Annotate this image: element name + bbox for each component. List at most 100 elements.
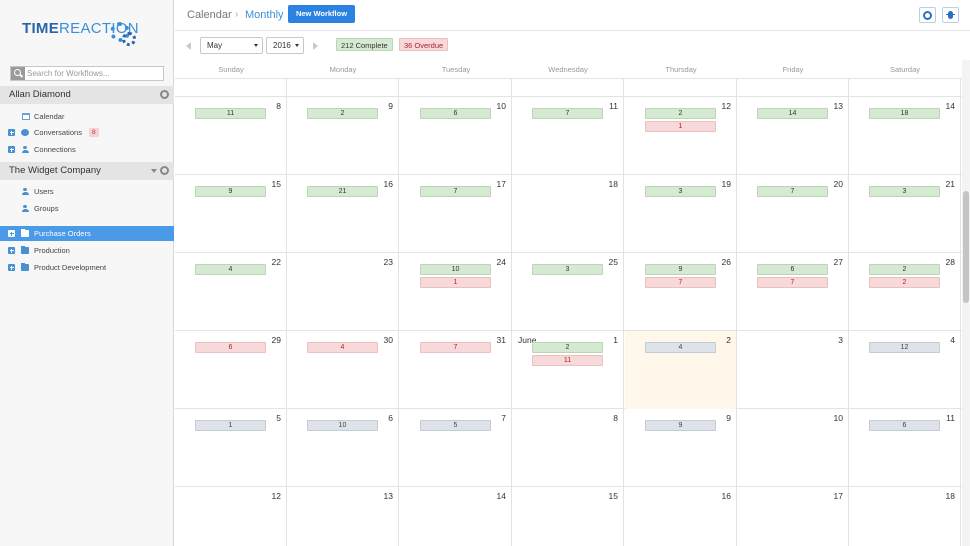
calendar-day-cell[interactable]: 17 7 <box>400 175 512 253</box>
calendar-day-cell[interactable]: 17 <box>737 487 849 546</box>
breadcrumb-monthly[interactable]: Monthly <box>245 9 284 21</box>
calendar-day-cell[interactable]: 27 6 7 <box>737 253 849 331</box>
calendar-day-cell[interactable]: 14 18 <box>849 97 961 175</box>
expand-plus-icon[interactable] <box>8 264 15 271</box>
breadcrumb-calendar[interactable]: Calendar <box>187 9 232 21</box>
complete-workflow-chip[interactable]: 9 <box>195 186 266 197</box>
report-bug-button[interactable] <box>942 7 959 23</box>
sidebar-folder-product-development[interactable]: Product Development <box>0 260 174 275</box>
sidebar-folder-production[interactable]: Production <box>0 243 174 258</box>
month-select[interactable]: May <box>200 37 263 54</box>
year-select[interactable]: 2016 <box>266 37 304 54</box>
calendar-day-cell[interactable]: 26 9 7 <box>625 253 737 331</box>
chevron-down-icon[interactable] <box>151 169 157 173</box>
complete-workflow-chip[interactable]: 3 <box>532 264 603 275</box>
complete-workflow-chip[interactable]: 18 <box>869 108 940 119</box>
upcoming-workflow-chip[interactable]: 5 <box>420 420 491 431</box>
calendar-day-cell[interactable]: 12 2 1 <box>625 97 737 175</box>
overdue-summary-badge[interactable]: 36 Overdue <box>399 38 449 51</box>
complete-workflow-chip[interactable]: 2 <box>532 342 603 353</box>
calendar-day-cell[interactable]: 11 6 <box>849 409 961 487</box>
sidebar-item-calendar[interactable]: Calendar <box>0 109 174 124</box>
user-group-header[interactable]: Allan Diamond <box>0 86 174 104</box>
calendar-day-cell[interactable]: 20 7 <box>737 175 849 253</box>
calendar-day-cell[interactable]: 51 <box>175 409 287 487</box>
expand-plus-icon[interactable] <box>8 230 15 237</box>
overdue-workflow-chip[interactable]: 7 <box>757 277 828 288</box>
company-group-header[interactable]: The Widget Company <box>0 162 174 180</box>
scrollbar-thumb[interactable] <box>963 191 969 303</box>
calendar-day-cell[interactable]: 29 6 <box>175 331 287 409</box>
complete-workflow-chip[interactable]: 4 <box>195 264 266 275</box>
calendar-scrollbar[interactable] <box>962 60 970 546</box>
sidebar-item-connections[interactable]: Connections <box>0 142 174 157</box>
complete-workflow-chip[interactable]: 2 <box>869 264 940 275</box>
calendar-day-cell[interactable]: 24 10 1 <box>400 253 512 331</box>
help-button[interactable] <box>919 7 936 23</box>
complete-workflow-chip[interactable]: 3 <box>869 186 940 197</box>
calendar-day-cell[interactable]: 4 12 <box>849 331 961 409</box>
calendar-day-cell-today[interactable]: 24 <box>625 331 737 409</box>
calendar-day-cell[interactable]: 22 4 <box>175 253 287 331</box>
calendar-day-cell[interactable]: 10 6 <box>400 97 512 175</box>
overdue-workflow-chip[interactable]: 11 <box>532 355 603 366</box>
previous-month-arrow-icon[interactable] <box>186 42 191 50</box>
upcoming-workflow-chip[interactable]: 4 <box>645 342 716 353</box>
complete-workflow-chip[interactable]: 7 <box>420 186 491 197</box>
calendar-day-cell[interactable]: 13 14 <box>737 97 849 175</box>
complete-workflow-chip[interactable]: 3 <box>645 186 716 197</box>
new-workflow-button[interactable]: New Workflow <box>288 5 355 23</box>
calendar-day-cell[interactable]: 6 10 <box>287 409 399 487</box>
upcoming-workflow-chip[interactable]: 9 <box>645 420 716 431</box>
complete-workflow-chip[interactable]: 2 <box>645 108 716 119</box>
complete-workflow-chip[interactable]: 21 <box>307 186 378 197</box>
calendar-day-cell[interactable]: 15 9 <box>175 175 287 253</box>
calendar-day-cell[interactable]: 75 <box>400 409 512 487</box>
complete-workflow-chip[interactable]: 6 <box>420 108 491 119</box>
calendar-day-cell[interactable]: 19 3 <box>625 175 737 253</box>
sidebar-item-users[interactable]: Users <box>0 184 174 199</box>
calendar-day-cell[interactable]: 8 11 <box>175 97 287 175</box>
calendar-day-cell[interactable]: June 1 2 11 <box>512 331 624 409</box>
user-settings-gear-icon[interactable] <box>160 90 169 99</box>
complete-workflow-chip[interactable]: 6 <box>757 264 828 275</box>
calendar-day-cell[interactable]: 18 <box>512 175 624 253</box>
complete-workflow-chip[interactable]: 9 <box>645 264 716 275</box>
upcoming-workflow-chip[interactable]: 12 <box>869 342 940 353</box>
calendar-day-cell[interactable]: 92 <box>287 97 399 175</box>
expand-plus-icon[interactable] <box>8 146 15 153</box>
calendar-day-cell[interactable]: 11 7 <box>512 97 624 175</box>
calendar-day-cell[interactable]: 14 <box>400 487 512 546</box>
company-settings-gear-icon[interactable] <box>160 166 169 175</box>
calendar-day-cell[interactable]: 8 <box>512 409 624 487</box>
calendar-day-cell[interactable]: 25 3 <box>512 253 624 331</box>
calendar-day-cell[interactable]: 28 2 2 <box>849 253 961 331</box>
calendar-day-cell[interactable]: 13 <box>287 487 399 546</box>
complete-workflow-chip[interactable]: 14 <box>757 108 828 119</box>
overdue-workflow-chip[interactable]: 4 <box>307 342 378 353</box>
calendar-day-cell[interactable]: 16 <box>625 487 737 546</box>
sidebar-folder-purchase-orders[interactable]: Purchase Orders <box>0 226 174 241</box>
overdue-workflow-chip[interactable]: 7 <box>420 342 491 353</box>
expand-plus-icon[interactable] <box>8 247 15 254</box>
sidebar-item-groups[interactable]: Groups <box>0 201 174 216</box>
complete-summary-badge[interactable]: 212 Complete <box>336 38 393 51</box>
calendar-day-cell[interactable]: 18 <box>849 487 961 546</box>
overdue-workflow-chip[interactable]: 6 <box>195 342 266 353</box>
search-icon[interactable] <box>11 67 25 80</box>
complete-workflow-chip[interactable]: 7 <box>757 186 828 197</box>
sidebar-item-conversations[interactable]: Conversations 8 <box>0 125 174 140</box>
overdue-workflow-chip[interactable]: 1 <box>420 277 491 288</box>
overdue-workflow-chip[interactable]: 2 <box>869 277 940 288</box>
expand-plus-icon[interactable] <box>8 129 15 136</box>
calendar-day-cell[interactable]: 12 <box>175 487 287 546</box>
overdue-workflow-chip[interactable]: 1 <box>645 121 716 132</box>
calendar-day-cell[interactable]: 21 3 <box>849 175 961 253</box>
calendar-day-cell[interactable]: 3 <box>737 331 849 409</box>
upcoming-workflow-chip[interactable]: 10 <box>307 420 378 431</box>
complete-workflow-chip[interactable]: 2 <box>307 108 378 119</box>
calendar-day-cell[interactable]: 31 7 <box>400 331 512 409</box>
calendar-day-cell[interactable]: 10 <box>737 409 849 487</box>
calendar-day-cell[interactable]: 30 4 <box>287 331 399 409</box>
calendar-day-cell[interactable]: 99 <box>625 409 737 487</box>
